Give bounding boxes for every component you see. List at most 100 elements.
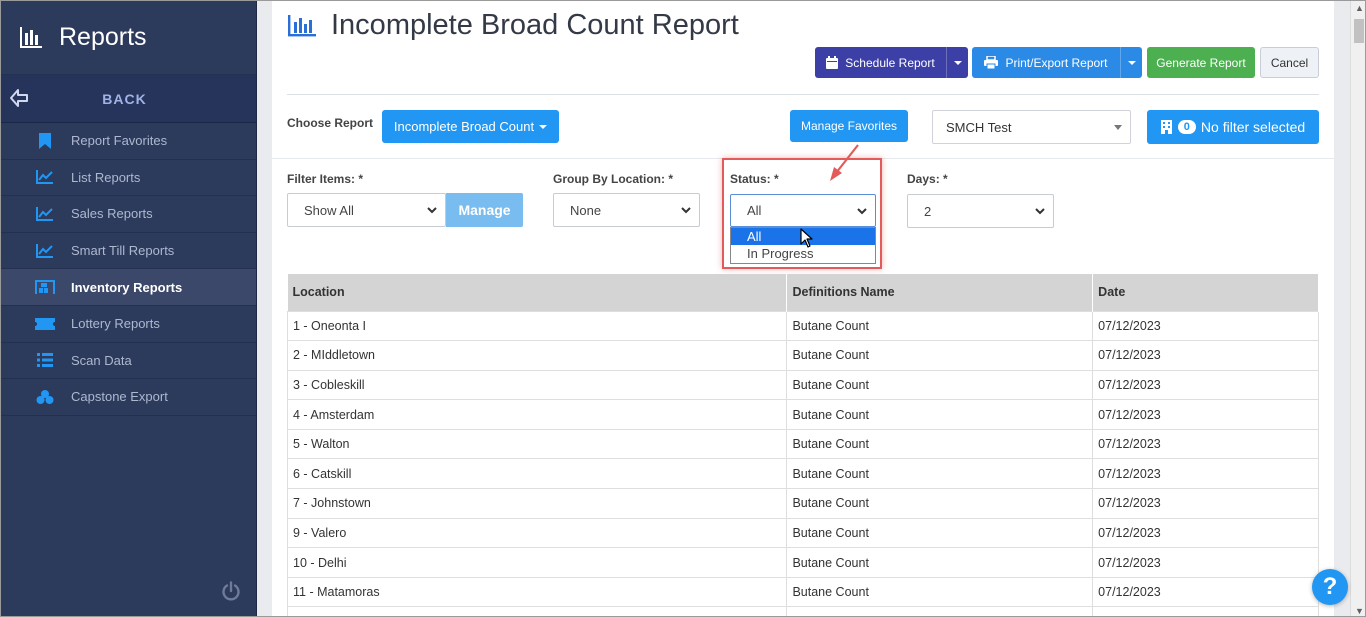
cell-definitions-name: Butane Count <box>786 428 1094 460</box>
choose-report-value: Incomplete Broad Count <box>393 119 535 134</box>
cell-location: 1 - Oneonta I <box>286 310 788 342</box>
days-label: Days: * <box>907 172 948 186</box>
sidebar-item-label: Capstone Export <box>71 389 168 405</box>
days-select-value: 2 <box>924 203 932 219</box>
days-select[interactable]: 2 <box>907 194 1054 228</box>
help-button[interactable]: ? <box>1312 569 1348 605</box>
app-window: Reports BACK Report Favorites List Repor… <box>0 0 1366 617</box>
manage-favorites-button[interactable]: Manage Favorites <box>790 110 908 142</box>
arrow-left-icon <box>10 89 28 107</box>
print-export-button[interactable]: Print/Export Report <box>972 47 1142 78</box>
sidebar-item-label: List Reports <box>71 169 141 185</box>
sidebar-item-label: Scan Data <box>71 352 132 368</box>
group-by-location-value: None <box>570 202 602 218</box>
status-label: Status: * <box>730 172 779 186</box>
calendar-icon <box>826 56 839 69</box>
scroll-up-icon[interactable]: ▲ <box>1355 3 1364 13</box>
manage-items-button[interactable]: Manage <box>446 193 523 227</box>
table-row: 7 - Johnstown Butane Count 07/12/2023 <box>286 488 1319 519</box>
caret-down-icon <box>953 60 962 65</box>
sidebar-item-smart-till-reports[interactable]: Smart Till Reports <box>1 233 256 270</box>
printer-icon <box>984 56 999 69</box>
cell-date: 07/12/2023 <box>1092 458 1319 490</box>
sidebar-brand: Reports <box>1 1 256 75</box>
sidebar-item-scan-data[interactable]: Scan Data <box>1 343 256 380</box>
sidebar-item-sales-reports[interactable]: Sales Reports <box>1 196 256 233</box>
table-row: 6 - Catskill Butane Count 07/12/2023 <box>286 458 1319 490</box>
scrollbar-thumb[interactable] <box>1354 19 1364 43</box>
cell-location: 4 - Amsterdam <box>286 399 788 430</box>
table-row: 9 - Valero Butane Count 07/12/2023 <box>286 517 1319 549</box>
print-export-label: Print/Export Report <box>1005 55 1108 70</box>
cell-location: 7 - Johnstown <box>286 488 788 519</box>
filter-count-badge: 0 <box>1177 120 1196 134</box>
ticket-icon <box>35 315 55 333</box>
vertical-scrollbar[interactable]: ▲ ▼ <box>1350 1 1365 616</box>
cell-date: 07/12/2023 <box>1092 576 1319 608</box>
chevron-down-icon <box>857 208 867 215</box>
schedule-dropdown-toggle[interactable] <box>946 47 968 78</box>
status-select-value: All <box>747 203 762 218</box>
cell-definitions-name: Butane Count <box>786 399 1094 430</box>
group-by-location-select[interactable]: None <box>553 193 700 227</box>
mouse-cursor-icon <box>800 228 813 248</box>
print-dropdown-toggle[interactable] <box>1120 47 1142 78</box>
line-chart-icon <box>35 242 55 260</box>
choose-report-label: Choose Report <box>287 116 374 130</box>
sidebar-item-capstone-export[interactable]: Capstone Export <box>1 379 256 416</box>
cell-date: 07/12/2023 <box>1092 517 1319 549</box>
group-by-location-label: Group By Location: * <box>553 172 673 186</box>
cell-location: 9 - Valero <box>286 517 788 549</box>
cell-date: 07/12/2023 <box>1092 399 1319 430</box>
back-button[interactable]: BACK <box>1 75 256 123</box>
bookmark-icon <box>35 132 55 150</box>
cell-definitions-name: Butane Count <box>786 369 1094 401</box>
column-header-location[interactable]: Location <box>287 274 788 311</box>
column-header-date[interactable]: Date <box>1092 274 1319 311</box>
filter-label: No filter selected <box>1200 119 1306 135</box>
sidebar-item-label: Report Favorites <box>71 133 168 149</box>
table-row: 3 - Cobleskill Butane Count 07/12/2023 <box>286 369 1319 401</box>
cell-location: 11 - Matamoras <box>286 576 788 608</box>
store-select-value: SMCH Test <box>946 119 1012 135</box>
right-gutter <box>1334 1 1350 616</box>
status-select[interactable]: All <box>730 194 876 227</box>
cell-definitions-name: Butane Count <box>786 340 1094 371</box>
table-row: 10 - Delhi Butane Count 07/12/2023 <box>286 547 1319 578</box>
cell-definitions-name: Butane Count <box>786 458 1094 490</box>
column-header-definitions-name[interactable]: Definitions Name <box>786 274 1094 311</box>
cell-location: 10 - Delhi <box>286 547 788 578</box>
line-chart-icon <box>35 205 55 223</box>
power-icon[interactable] <box>221 581 241 601</box>
sidebar-item-list-reports[interactable]: List Reports <box>1 160 256 197</box>
cubes-icon <box>35 388 55 406</box>
bar-chart-icon <box>20 26 42 48</box>
cell-date: 07/12/2023 <box>1092 310 1319 342</box>
choose-report-dropdown[interactable]: Incomplete Broad Count <box>382 110 559 143</box>
bar-chart-icon <box>288 14 316 36</box>
cell-location: 5 - Walton <box>286 428 788 460</box>
annotation-arrow-icon <box>830 144 859 181</box>
divider <box>287 94 1319 95</box>
cancel-button[interactable]: Cancel <box>1260 47 1319 78</box>
filter-items-select[interactable]: Show All <box>287 193 446 227</box>
table-row: 12 - Wilkes BarreButane Count07/12/2023 <box>286 606 1319 616</box>
scroll-down-icon[interactable]: ▼ <box>1355 606 1364 616</box>
building-icon <box>1160 120 1172 134</box>
caret-down-icon <box>539 124 548 129</box>
sidebar-item-report-favorites[interactable]: Report Favorites <box>1 123 256 160</box>
left-gutter <box>257 1 272 616</box>
cell-definitions-name: Butane Count <box>786 547 1094 578</box>
sidebar-item-inventory-reports[interactable]: Inventory Reports <box>1 269 256 306</box>
schedule-report-button[interactable]: Schedule Report <box>815 47 968 78</box>
back-label: BACK <box>102 90 147 107</box>
location-filter-button[interactable]: 0 No filter selected <box>1147 110 1319 144</box>
page-title: Incomplete Broad Count Report <box>287 9 739 42</box>
store-select[interactable]: SMCH Test <box>932 110 1131 144</box>
sidebar-item-lottery-reports[interactable]: Lottery Reports <box>1 306 256 343</box>
cell-date: 07/12/2023 <box>1092 547 1319 578</box>
table-row: 4 - Amsterdam Butane Count 07/12/2023 <box>286 399 1319 430</box>
cell-date: 07/12/2023 <box>1092 340 1319 371</box>
generate-report-button[interactable]: Generate Report <box>1147 47 1255 78</box>
page-title-text: Incomplete Broad Count Report <box>331 9 739 41</box>
